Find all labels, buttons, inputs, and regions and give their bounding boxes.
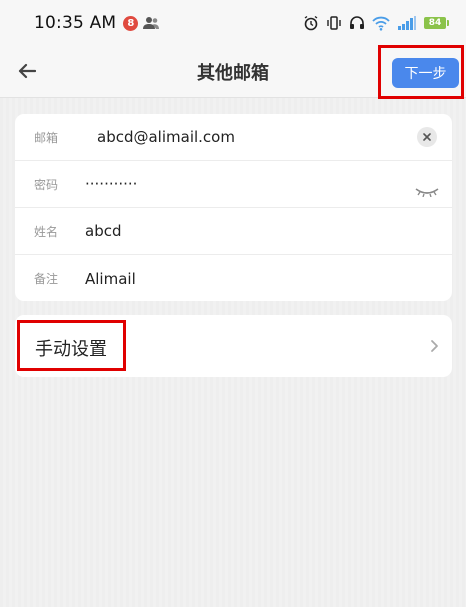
next-button[interactable]: 下一步 <box>392 58 459 88</box>
battery-icon: 84 <box>424 17 449 29</box>
password-field[interactable]: ··········· <box>85 175 137 193</box>
vibrate-icon <box>327 16 341 30</box>
person-icon <box>143 17 160 29</box>
note-field[interactable]: Alimail <box>85 270 136 288</box>
email-field[interactable]: abcd@alimail.com <box>97 128 235 146</box>
note-row[interactable]: 备注 Alimail <box>15 255 452 302</box>
signal-icon <box>398 16 416 30</box>
status-time: 10:35 AM <box>34 13 117 33</box>
status-icons: 84 <box>303 15 449 31</box>
password-label: 密码 <box>34 177 59 192</box>
screen: 10:35 AM 8 84 其他邮箱 下一步 邮箱 abcd@alimail.c… <box>0 0 466 607</box>
note-label: 备注 <box>34 272 59 286</box>
name-field[interactable]: abcd <box>85 222 121 240</box>
alarm-icon <box>304 15 318 31</box>
manual-settings-highlight <box>17 320 126 371</box>
eye-closed-icon[interactable] <box>415 187 439 197</box>
chevron-right-icon <box>431 340 438 352</box>
account-form: 邮箱 abcd@alimail.com 密码 ··········· 姓名 ab… <box>15 114 452 301</box>
email-row[interactable]: 邮箱 abcd@alimail.com <box>15 114 452 161</box>
name-label: 姓名 <box>34 224 59 239</box>
wifi-icon <box>372 16 390 31</box>
name-row[interactable]: 姓名 abcd <box>15 208 452 255</box>
password-row[interactable]: 密码 ··········· <box>15 161 452 208</box>
close-icon <box>423 133 431 141</box>
clear-email-button[interactable] <box>417 127 437 147</box>
notification-badge: 8 <box>123 15 139 31</box>
status-bar: 10:35 AM 8 84 <box>0 0 466 46</box>
email-label: 邮箱 <box>34 130 59 145</box>
headphones-icon <box>350 16 364 29</box>
